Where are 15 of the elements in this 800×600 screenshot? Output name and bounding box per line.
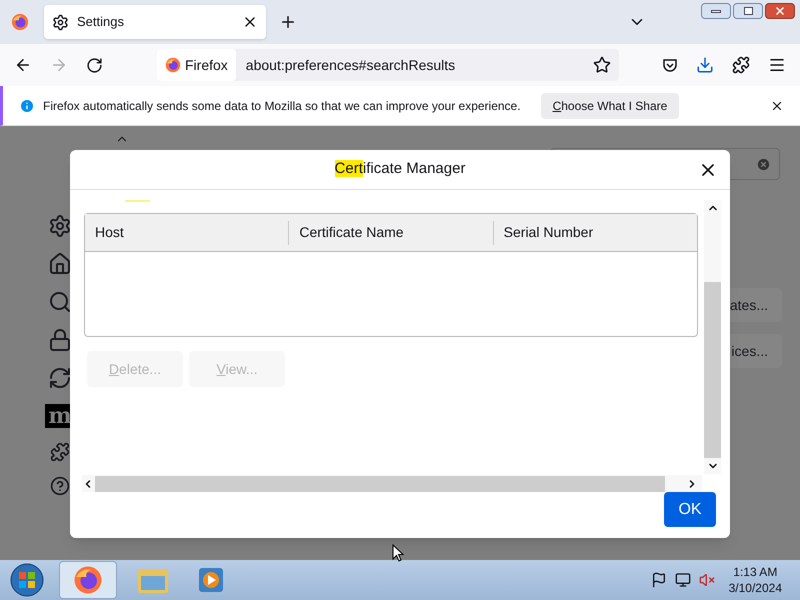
url-text: about:preferences#searchResults — [246, 56, 456, 75]
identity-box[interactable]: Firefox — [157, 49, 236, 81]
dialog-title: Certificate Manager — [334, 159, 466, 180]
column-header[interactable]: Certificate Name — [288, 220, 493, 244]
notification-text: Firefox automatically sends some data to Mozilla so that we can improve your experience. — [43, 98, 521, 114]
ok-button[interactable]: OK — [664, 492, 716, 527]
clock-date: 3/10/2024 — [728, 580, 782, 596]
browser-tab[interactable]: Settings — [44, 5, 266, 39]
column-header[interactable]: Host — [85, 220, 288, 244]
tab-title: Settings — [77, 13, 125, 32]
identity-label: Firefox — [185, 56, 228, 74]
choose-what-i-share-button[interactable]: Choose What I Share — [540, 92, 680, 118]
column-header[interactable]: Serial Number — [492, 220, 697, 244]
clock-time: 1:13 AM — [733, 564, 778, 580]
address-bar[interactable]: Firefox about:preferences#searchResults — [157, 49, 619, 81]
